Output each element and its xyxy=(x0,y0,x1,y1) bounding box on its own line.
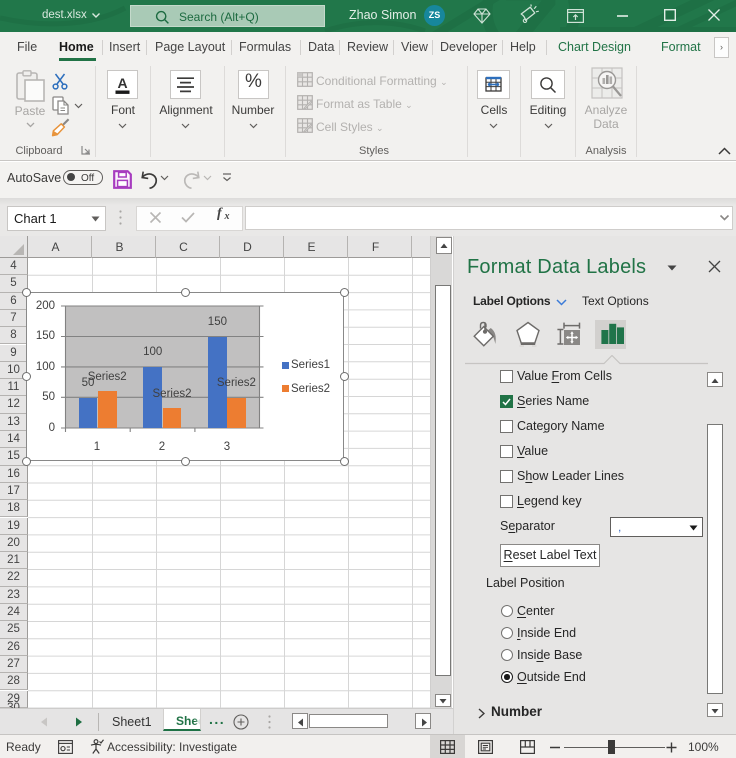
svg-text:A: A xyxy=(117,75,127,91)
